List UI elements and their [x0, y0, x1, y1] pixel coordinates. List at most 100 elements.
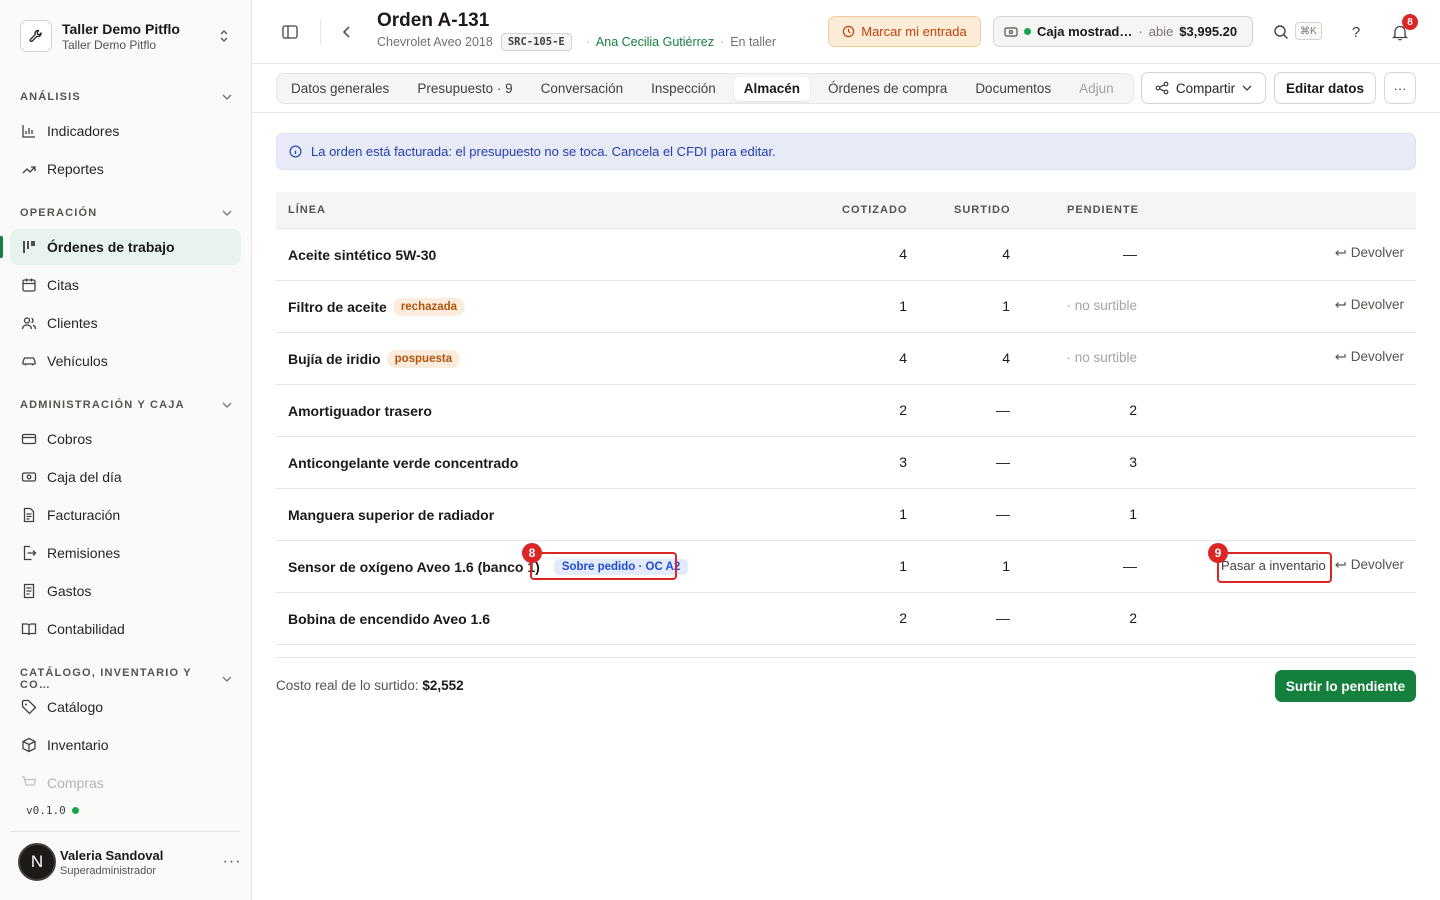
search-icon[interactable]	[1271, 22, 1291, 42]
sidebar-item-inventario[interactable]: Inventario	[10, 727, 241, 763]
section-analisis[interactable]: ANÁLISIS	[20, 91, 232, 103]
sidebar-item-gastos[interactable]: Gastos	[10, 573, 241, 609]
notification-badge: 8	[1402, 14, 1418, 30]
tab-ordenes-compra[interactable]: Órdenes de compra	[818, 77, 957, 101]
cash-register-icon	[1004, 26, 1018, 37]
sidebar: Taller Demo Pitflo Taller Demo Pitflo AN…	[0, 0, 252, 900]
tag-icon	[20, 698, 38, 716]
tab-presupuesto[interactable]: Presupuesto · 9	[407, 77, 522, 101]
sidebar-item-remisiones[interactable]: Remisiones	[10, 535, 241, 571]
section-catalogo[interactable]: CATÁLOGO, INVENTARIO Y CO…	[20, 667, 232, 691]
cotizado-value: 1	[899, 506, 907, 522]
sidebar-item-indicadores[interactable]: Indicadores	[10, 113, 241, 149]
tab-conversacion[interactable]: Conversación	[531, 77, 634, 101]
line-name: Sensor de oxígeno Aveo 1.6 (banco 1)	[288, 558, 540, 575]
line-name: Aceite sintético 5W-30	[288, 246, 437, 263]
edit-data-button[interactable]: Editar datos	[1274, 72, 1376, 104]
line-name-cell: Bujía de iridio pospuesta	[288, 333, 461, 384]
col-pendiente: PENDIENTE	[1067, 204, 1139, 216]
section-operacion[interactable]: OPERACIÓN	[20, 207, 232, 219]
devolver-button[interactable]: Devolver	[1334, 349, 1404, 364]
version-text: v0.1.0	[26, 804, 66, 817]
book-icon	[20, 620, 38, 638]
section-title: ANÁLISIS	[20, 91, 81, 103]
pendiente-value: 2	[1129, 402, 1137, 418]
col-cotizado: COTIZADO	[842, 204, 908, 216]
sidebar-item-vehiculos[interactable]: Vehículos	[10, 343, 241, 379]
table-row: Anticongelante verde concentrado 3 — 3	[276, 437, 1416, 489]
return-icon	[1334, 353, 1346, 360]
customer-link[interactable]: Ana Cecilia Gutiérrez	[596, 35, 714, 49]
order-subtitle: Chevrolet Aveo 2018 SRC-105-E · Ana Ceci…	[377, 33, 776, 51]
sidebar-toggle-icon[interactable]	[280, 22, 300, 42]
tab-almacen[interactable]: Almacén	[733, 76, 810, 101]
receipt-icon	[20, 582, 38, 600]
marker-badge: 8	[522, 543, 542, 563]
marker-badge: 9	[1208, 543, 1228, 563]
help-icon[interactable]: ?	[1346, 22, 1366, 42]
line-name-cell: Filtro de aceite rechazada	[288, 281, 466, 332]
return-icon	[1334, 561, 1346, 568]
cotizado-value: 4	[899, 350, 907, 366]
sidebar-item-facturacion[interactable]: Facturación	[10, 497, 241, 533]
pendiente-value: 2	[1129, 610, 1137, 626]
table-row: Manguera superior de radiador 1 — 1	[276, 489, 1416, 541]
devolver-button[interactable]: Devolver	[1334, 297, 1404, 312]
cotizado-value: 2	[899, 402, 907, 418]
sidebar-item-label: Clientes	[47, 315, 98, 331]
line-name: Amortiguador trasero	[288, 402, 432, 419]
sidebar-item-reportes[interactable]: Reportes	[10, 151, 241, 187]
back-arrow-icon[interactable]	[337, 22, 357, 42]
line-name: Manguera superior de radiador	[288, 506, 495, 523]
share-button[interactable]: Compartir	[1141, 72, 1266, 104]
devolver-button[interactable]: Devolver	[1334, 245, 1404, 260]
tab-adjuntos[interactable]: Adjun	[1069, 77, 1124, 101]
sidebar-item-cobros[interactable]: Cobros	[10, 421, 241, 457]
sidebar-item-label: Indicadores	[47, 123, 120, 139]
marcar-entrada-button[interactable]: Marcar mi entrada	[828, 16, 981, 47]
export-icon	[20, 544, 38, 562]
caja-selector-button[interactable]: Caja mostrad… · abie $3,995.20	[993, 16, 1253, 47]
tab-inspeccion[interactable]: Inspección	[641, 77, 726, 101]
sidebar-item-ordenes[interactable]: Órdenes de trabajo	[10, 229, 241, 265]
line-name: Filtro de aceite	[288, 298, 387, 315]
tab-documentos[interactable]: Documentos	[965, 77, 1061, 101]
surtido-value: 4	[1002, 246, 1010, 262]
separator-dot: ·	[1138, 24, 1143, 39]
surtir-pendiente-button[interactable]: Surtir lo pendiente	[1275, 670, 1416, 702]
cotizado-value: 2	[899, 610, 907, 626]
chevron-down-icon	[222, 676, 232, 682]
user-role: Superadministrador	[60, 864, 156, 877]
cotizado-value: 1	[899, 558, 907, 574]
table-row: Amortiguador trasero 2 — 2	[276, 385, 1416, 437]
more-options-icon[interactable]: ···	[1384, 72, 1416, 104]
user-menu[interactable]: N Valeria Sandoval Superadministrador ··…	[18, 842, 242, 882]
sidebar-item-compras[interactable]: Compras	[10, 765, 241, 801]
org-switcher[interactable]: Taller Demo Pitflo Taller Demo Pitflo	[10, 10, 242, 62]
chevrons-updown-icon	[216, 28, 232, 44]
table-row: Sensor de oxígeno Aveo 1.6 (banco 1) Sob…	[276, 541, 1416, 593]
sidebar-item-caja[interactable]: Caja del día	[10, 459, 241, 495]
section-administracion[interactable]: ADMINISTRACIÓN Y CAJA	[20, 399, 232, 411]
invoice-icon	[20, 506, 38, 524]
pendiente-note: · no surtible	[1066, 350, 1137, 365]
sidebar-item-clientes[interactable]: Clientes	[10, 305, 241, 341]
separator-dot: ·	[720, 35, 725, 49]
devolver-label: Devolver	[1350, 557, 1404, 572]
sidebar-item-catalogo[interactable]: Catálogo	[10, 689, 241, 725]
caja-amount: $3,995.20	[1179, 24, 1238, 39]
chevron-down-icon	[1242, 85, 1252, 91]
sidebar-item-label: Cobros	[47, 431, 93, 447]
order-status: En taller	[730, 35, 777, 49]
org-name: Taller Demo Pitflo	[62, 20, 180, 37]
section-title: CATÁLOGO, INVENTARIO Y CO…	[20, 667, 192, 691]
devolver-button[interactable]: Devolver	[1334, 557, 1404, 572]
sidebar-item-contabilidad[interactable]: Contabilidad	[10, 611, 241, 647]
more-horizontal-icon[interactable]: ···	[222, 853, 242, 871]
highlight-box	[1217, 552, 1332, 583]
surtido-value: 1	[1002, 298, 1010, 314]
tab-datos-generales[interactable]: Datos generales	[281, 77, 399, 101]
sidebar-item-citas[interactable]: Citas	[10, 267, 241, 303]
devolver-label: Devolver	[1350, 245, 1404, 260]
tab-list: Datos generales Presupuesto · 9 Conversa…	[276, 73, 1134, 104]
